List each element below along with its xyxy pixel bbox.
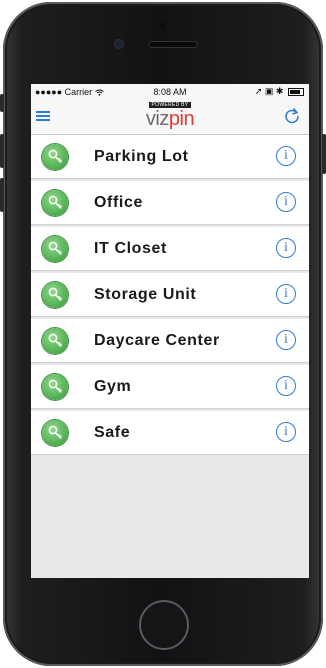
- refresh-icon[interactable]: [283, 107, 301, 125]
- battery-icon: [288, 87, 304, 96]
- door-label: Storage Unit: [94, 286, 197, 303]
- door-row[interactable]: Office i: [31, 181, 309, 225]
- navigation-bar: POWERED BY vizpin: [31, 100, 309, 135]
- door-list: Parking Lot i Office i IT Closet i Storage Uni…: [31, 135, 309, 457]
- app-screen: ●●●●● Carrier 8:08 AM ➚ ▣ ✱ POWERED BY v…: [31, 84, 309, 578]
- status-bar: ●●●●● Carrier 8:08 AM ➚ ▣ ✱: [31, 84, 309, 100]
- power-button: [322, 134, 326, 174]
- info-icon[interactable]: i: [276, 422, 296, 442]
- info-icon[interactable]: i: [276, 284, 296, 304]
- door-row[interactable]: Daycare Center i: [31, 319, 309, 363]
- door-label: Daycare Center: [94, 332, 220, 349]
- door-row[interactable]: Safe i: [31, 411, 309, 455]
- key-icon[interactable]: [42, 282, 68, 308]
- key-icon[interactable]: [42, 420, 68, 446]
- mute-switch: [0, 94, 4, 112]
- info-icon[interactable]: i: [276, 192, 296, 212]
- info-icon[interactable]: i: [276, 146, 296, 166]
- door-label: Office: [94, 194, 143, 211]
- key-icon[interactable]: [42, 236, 68, 262]
- info-icon[interactable]: i: [276, 330, 296, 350]
- proximity-sensor: [160, 22, 166, 28]
- door-row[interactable]: IT Closet i: [31, 227, 309, 271]
- key-icon[interactable]: [42, 190, 68, 216]
- info-icon[interactable]: i: [276, 238, 296, 258]
- door-label: IT Closet: [94, 240, 167, 257]
- volume-down-button: [0, 178, 4, 212]
- door-row[interactable]: Parking Lot i: [31, 135, 309, 179]
- info-icon[interactable]: i: [276, 376, 296, 396]
- home-button[interactable]: [141, 602, 187, 648]
- key-icon[interactable]: [42, 144, 68, 170]
- door-row[interactable]: Gym i: [31, 365, 309, 409]
- status-right-icons: ➚ ▣ ✱: [255, 86, 304, 97]
- door-row[interactable]: Storage Unit i: [31, 273, 309, 317]
- door-label: Gym: [94, 378, 132, 395]
- earpiece-speaker: [149, 42, 197, 47]
- key-icon[interactable]: [42, 374, 68, 400]
- phone-frame: ●●●●● Carrier 8:08 AM ➚ ▣ ✱ POWERED BY v…: [0, 2, 326, 666]
- key-icon[interactable]: [42, 328, 68, 354]
- volume-up-button: [0, 134, 4, 168]
- door-label: Safe: [94, 424, 131, 441]
- front-camera: [115, 40, 123, 48]
- vizpin-logo: vizpin: [145, 108, 195, 130]
- door-label: Parking Lot: [94, 148, 189, 165]
